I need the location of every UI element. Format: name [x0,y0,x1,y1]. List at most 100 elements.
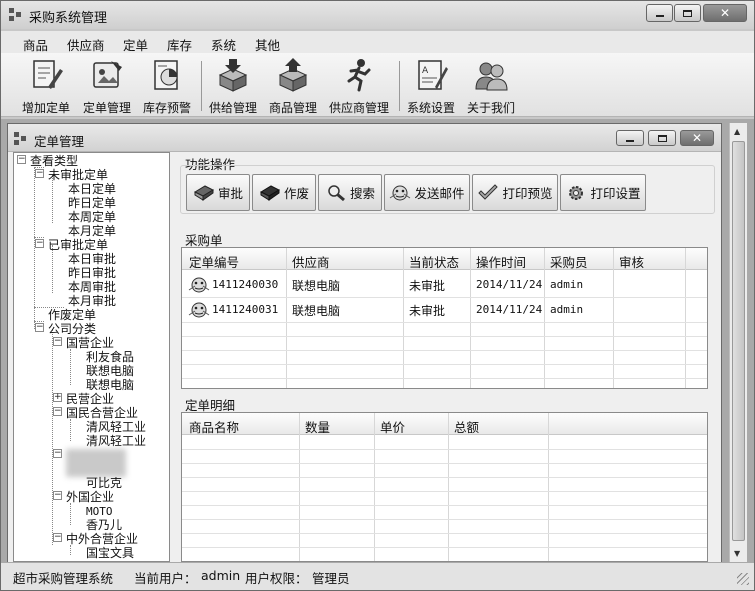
tree-joint[interactable]: 中外合营企业 [66,532,138,546]
tree-item[interactable]: 本月审批 [68,294,116,308]
tree-collapse-toggle[interactable]: − [17,155,26,164]
child-maximize-button[interactable] [648,130,676,146]
tree-unapproved[interactable]: 未审批定单 [48,168,108,182]
print-settings-button[interactable]: 打印设置 [560,174,646,211]
tree-item[interactable]: 本周定单 [68,210,116,224]
column-header[interactable]: 供应商 [292,252,330,271]
child-title-bar[interactable]: 定单管理 ✕ [8,124,721,152]
column-header[interactable]: 采购员 [550,252,588,271]
child-close-button[interactable]: ✕ [680,130,714,146]
tree-item[interactable]: 香乃儿 [86,518,122,532]
resize-grip-icon[interactable] [737,573,749,585]
status-permission-label: 用户权限： [245,571,308,586]
maximize-button[interactable] [674,4,701,22]
print-preview-button[interactable]: 打印预览 [472,174,558,211]
column-header[interactable]: 商品名称 [189,417,239,436]
column-header[interactable]: 定单编号 [189,252,239,271]
tree-state-owned[interactable]: 国营企业 [66,336,114,350]
column-header[interactable]: 审核 [619,252,644,271]
tree-companies[interactable]: 公司分类 [48,322,96,336]
tree-root[interactable]: 查看类型 [30,154,78,168]
tree-voided[interactable]: 作废定单 [48,308,96,322]
search-label: 搜索 [349,186,375,201]
scroll-down-icon[interactable]: ▼ [734,549,740,558]
maximize-icon [683,9,692,17]
approve-button[interactable]: 审批 [186,174,250,211]
tree-item[interactable]: 本日定单 [68,182,116,196]
table-row[interactable]: 1411240031 联想电脑 未审批 2014/11/24 admin [182,297,707,322]
status-permission: 管理员 [312,571,350,586]
about-us-button[interactable]: 关于我们 [463,57,519,115]
status-user: admin [201,568,241,583]
scroll-up-icon[interactable]: ▲ [734,127,740,136]
menu-order[interactable]: 定单 [123,35,148,54]
tree-collapse-toggle[interactable]: − [53,337,62,346]
supply-manage-button[interactable]: 供给管理 [205,57,261,115]
child-title: 定单管理 [34,134,85,149]
details-grid[interactable]: 商品名称 数量 单价 总额 [181,412,708,562]
mdi-vertical-scrollbar[interactable]: ▲ ▼ [729,123,747,563]
title-bar[interactable]: 采购系统管理 ✕ [1,1,754,29]
tree-item[interactable]: 本周审批 [68,280,116,294]
menu-other[interactable]: 其他 [255,35,280,54]
add-order-button[interactable]: 增加定单 [15,57,77,115]
menu-system[interactable]: 系统 [211,35,236,54]
tree-collapse-toggle[interactable]: − [53,491,62,500]
tree-private[interactable]: 民营企业 [66,392,114,406]
tree-collapse-toggle[interactable]: − [53,449,62,458]
menu-inventory[interactable]: 库存 [167,35,192,54]
order-supplier: 联想电脑 [292,279,341,293]
tree-item[interactable]: 联想电脑 [86,364,134,378]
box-upload-icon [278,58,308,92]
void-button[interactable]: 作废 [252,174,316,211]
category-tree[interactable]: − 查看类型 − 未审批定单 本日定单 昨日定单 本周定单 本月定单 − 已审批… [13,152,170,562]
order-manage-button[interactable]: 定单管理 [79,57,135,115]
search-button[interactable]: 搜索 [318,174,382,211]
column-header[interactable]: 数量 [305,417,330,436]
column-header[interactable]: 单价 [380,417,405,436]
column-header[interactable]: 当前状态 [409,252,459,271]
tree-item[interactable]: 清风轻工业 [86,434,146,448]
goods-manage-button[interactable]: 商品管理 [265,57,321,115]
table-row[interactable]: 1411240030 联想电脑 未审批 2014/11/24 admin [182,272,707,297]
void-book-icon [259,184,281,201]
column-header[interactable]: 总额 [454,417,479,436]
tree-item[interactable]: 本月定单 [68,224,116,238]
supplier-manage-button[interactable]: 供应商管理 [325,57,393,115]
inventory-alert-button[interactable]: 库存预警 [139,57,195,115]
orders-grid[interactable]: 定单编号 供应商 当前状态 操作时间 采购员 审核 1411240030 联想电… [181,247,708,389]
tree-item[interactable]: 联想电脑 [86,378,134,392]
tree-approved[interactable]: 已审批定单 [48,238,108,252]
child-minimize-button[interactable] [616,130,644,146]
column-header[interactable]: 操作时间 [476,252,526,271]
tree-item[interactable]: 可比克 [86,476,122,490]
tree-item[interactable]: 国宝文具 [86,546,134,560]
tree-item[interactable]: 昨日定单 [68,196,116,210]
tree-collapse-toggle[interactable]: − [35,169,44,178]
approve-label: 审批 [217,186,243,201]
tree-collapse-toggle[interactable]: − [53,533,62,542]
tree-expand-toggle[interactable]: + [53,393,62,402]
scroll-thumb[interactable] [732,141,745,541]
menu-goods[interactable]: 商品 [23,35,48,54]
tree-collapse-toggle[interactable]: − [35,323,44,332]
tree-item[interactable]: MOTO [86,505,113,519]
box-download-icon [218,59,248,92]
minimize-button[interactable] [646,4,673,22]
order-time: 2014/11/24 [476,278,543,291]
menu-supplier[interactable]: 供应商 [67,35,105,54]
send-mail-button[interactable]: 发送邮件 [384,174,470,211]
tree-item[interactable]: 清风轻工业 [86,420,146,434]
order-manage-icon [93,61,122,88]
tree-collapse-toggle[interactable]: − [35,239,44,248]
users-icon [475,62,508,91]
close-button[interactable]: ✕ [703,4,747,22]
tree-item[interactable]: 昨日审批 [68,266,116,280]
tree-item[interactable]: 利友食品 [86,350,134,364]
tree-item[interactable]: 本日审批 [68,252,116,266]
toolbar-separator [399,61,400,111]
tree-foreign[interactable]: 外国企业 [66,490,114,504]
tree-mixed[interactable]: 国民合营企业 [66,406,138,420]
tree-collapse-toggle[interactable]: − [53,407,62,416]
system-settings-button[interactable]: A 系统设置 [403,57,459,115]
